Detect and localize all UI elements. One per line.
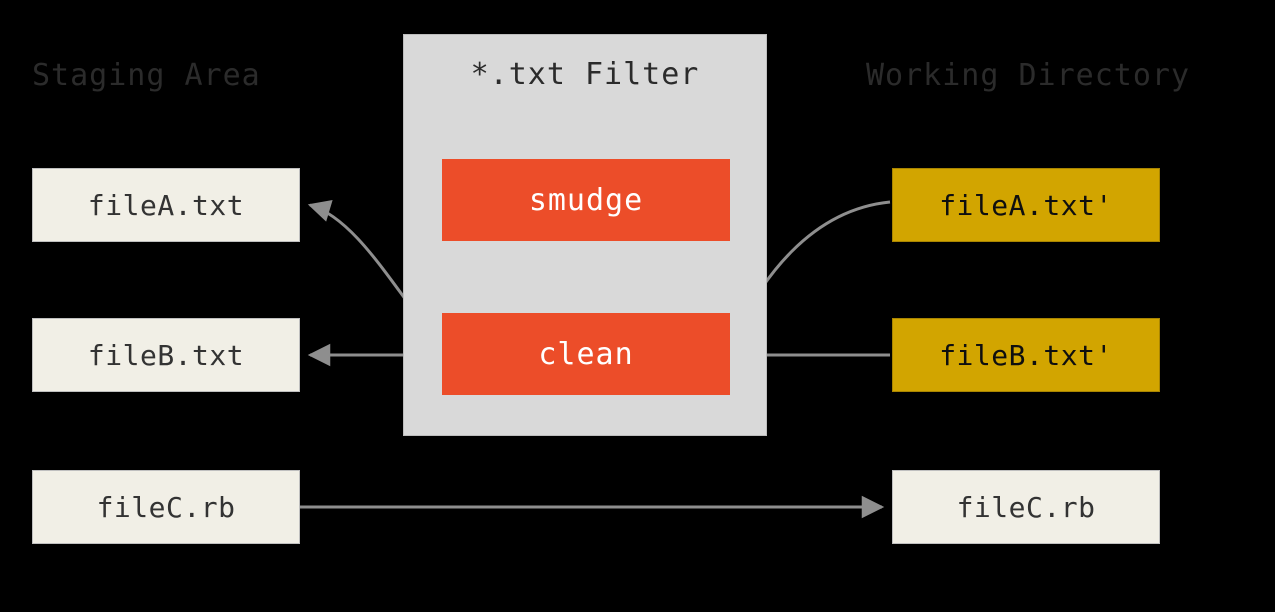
staging-file-c: fileC.rb [32,470,300,544]
heading-working: Working Directory [866,58,1190,93]
staging-file-a: fileA.txt [32,168,300,242]
staging-file-c-label: fileC.rb [97,491,236,524]
diagram-root: { "headings": { "staging": "Staging Area… [0,0,1275,612]
heading-staging: Staging Area [32,58,261,93]
staging-file-a-label: fileA.txt [88,189,244,222]
staging-file-b-label: fileB.txt [88,339,244,372]
working-file-c: fileC.rb [892,470,1160,544]
filter-clean: clean [442,313,730,395]
working-file-a-label: fileA.txt' [939,189,1113,222]
staging-file-b: fileB.txt [32,318,300,392]
working-file-b-label: fileB.txt' [939,339,1113,372]
heading-filter: *.txt Filter [404,57,766,92]
filter-smudge-label: smudge [529,183,643,218]
filter-clean-label: clean [538,337,633,372]
filter-panel: *.txt Filter smudge clean [403,34,767,436]
filter-smudge: smudge [442,159,730,241]
working-file-a: fileA.txt' [892,168,1160,242]
working-file-b: fileB.txt' [892,318,1160,392]
working-file-c-label: fileC.rb [957,491,1096,524]
